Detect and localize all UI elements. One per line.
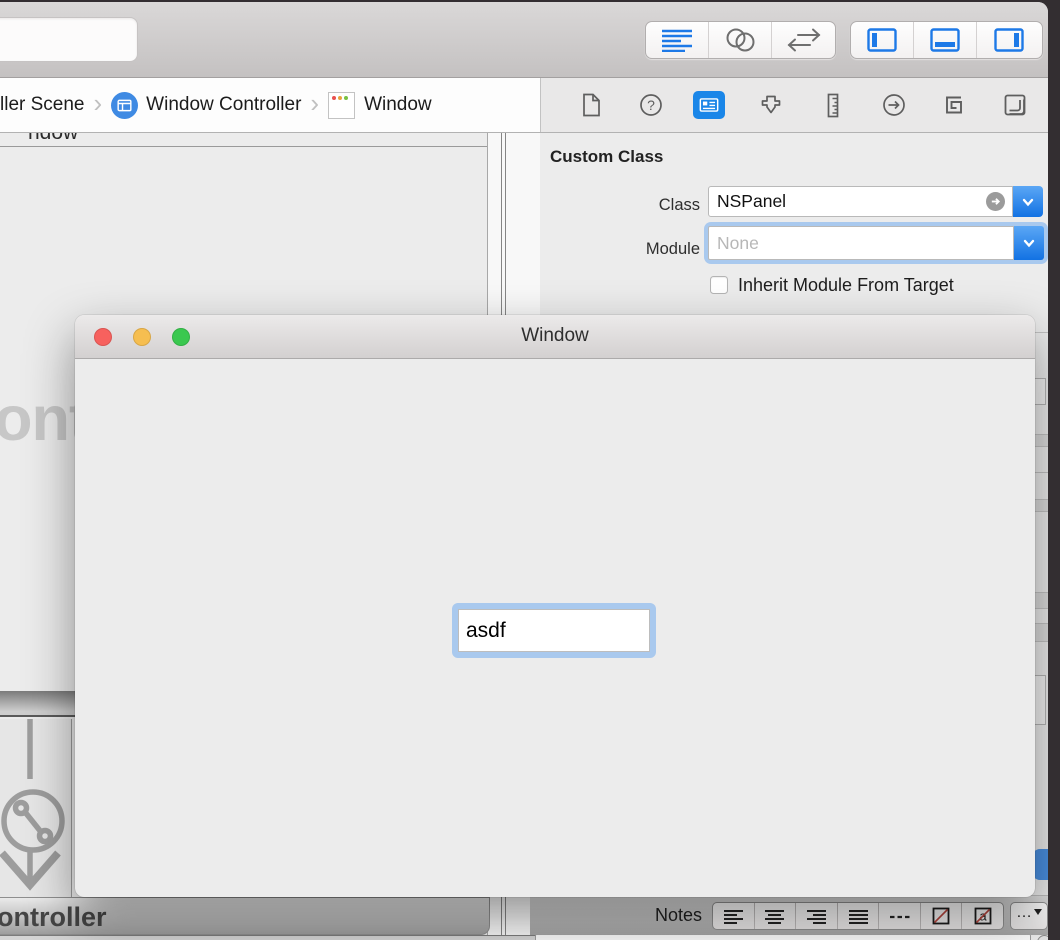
editor-mode-control: [645, 21, 836, 59]
inspector-field-edge: [1034, 378, 1046, 405]
window-controller-icon: [111, 91, 139, 119]
tab-view-effects-inspector[interactable]: [998, 89, 1032, 121]
tab-quick-help[interactable]: ?: [634, 89, 668, 121]
breadcrumb-item-window-controller[interactable]: Window Controller: [146, 94, 301, 116]
canvas-bottom-strip: [0, 935, 540, 940]
bindings-inspector-icon: [946, 96, 962, 114]
breadcrumb-item-window[interactable]: Window: [364, 94, 432, 116]
class-input[interactable]: [709, 187, 1012, 216]
jump-to-class-icon[interactable]: [986, 192, 1005, 211]
class-field: [708, 186, 1013, 217]
tab-identity-inspector[interactable]: [693, 91, 725, 119]
scene-title-bar[interactable]: ontroller: [0, 897, 490, 935]
breadcrumb-separator: ›: [93, 87, 103, 118]
align-left-button[interactable]: [713, 903, 755, 929]
module-dropdown-button[interactable]: [1014, 226, 1044, 260]
no-font-icon: a: [974, 907, 992, 925]
align-justify-button[interactable]: [838, 903, 880, 929]
inspector-tab-bar: ?: [540, 78, 1048, 132]
tab-connections-inspector[interactable]: [877, 89, 911, 121]
utilities-panel-icon: [993, 28, 1024, 52]
breadcrumb-separator: ›: [310, 87, 320, 118]
quick-help-icon: ?: [640, 94, 662, 116]
align-justify-icon: [848, 909, 868, 924]
window-document-icon: [328, 91, 356, 119]
panel-window-title: Window: [521, 325, 589, 346]
size-inspector-icon: [827, 93, 839, 117]
breadcrumb-item-scene[interactable]: ller Scene: [0, 94, 85, 116]
tab-size-inspector[interactable]: [816, 89, 850, 121]
inherit-module-checkbox[interactable]: [710, 276, 728, 294]
design-panel-window[interactable]: Window: [75, 315, 1035, 897]
inspector-field-edge: [1034, 675, 1046, 725]
navigator-panel-icon: [867, 28, 897, 52]
breadcrumb: ller Scene › Window Controller › Window: [0, 78, 540, 132]
debug-area-icon: [930, 28, 960, 52]
ellipsis-icon: …: [1016, 903, 1032, 921]
align-right-button[interactable]: [796, 903, 838, 929]
class-dropdown-button[interactable]: [1013, 186, 1043, 217]
jump-bar-row: ller Scene › Window Controller › Window …: [0, 78, 1048, 133]
align-center-icon: [765, 909, 785, 924]
panel-toggle-control: [850, 21, 1043, 59]
standard-editor-icon: [662, 29, 692, 52]
text-field: [458, 609, 650, 652]
xcode-window: ller Scene › Window Controller › Window …: [0, 2, 1048, 940]
chevron-down-icon: [1023, 239, 1035, 248]
module-field: [708, 226, 1014, 260]
screenshot-root: ller Scene › Window Controller › Window …: [0, 0, 1060, 940]
background-window-title-fragment: ndow: [28, 133, 118, 144]
tab-bindings-inspector[interactable]: [937, 89, 971, 121]
toolbar-activity-area: [0, 17, 138, 62]
no-font-button[interactable]: a: [962, 903, 1003, 929]
debug-area-button[interactable]: [914, 22, 977, 58]
no-fill-icon: [932, 907, 950, 925]
module-input[interactable]: [709, 227, 1013, 259]
notes-format-control: a: [712, 902, 1004, 930]
background-window-titlebar-border: [0, 146, 487, 147]
align-left-icon: [723, 909, 743, 924]
standard-editor-button[interactable]: [646, 22, 709, 58]
navigator-panel-button[interactable]: [851, 22, 914, 58]
connections-inspector-icon: [883, 94, 905, 116]
module-field-focus-ring: [704, 222, 1048, 264]
assistant-editor-button[interactable]: [709, 22, 772, 58]
module-label: Module: [645, 240, 700, 258]
inherit-module-label: Inherit Module From Target: [738, 275, 954, 295]
align-center-button[interactable]: [755, 903, 797, 929]
version-editor-icon: [787, 28, 820, 52]
align-right-icon: [806, 909, 826, 924]
attributes-inspector-icon: [761, 95, 781, 114]
file-inspector-icon: [582, 93, 600, 117]
custom-class-section-title: Custom Class: [550, 147, 664, 166]
identity-inspector-icon: [699, 98, 719, 112]
assistant-editor-icon: [726, 28, 755, 52]
notes-label: Notes: [654, 905, 702, 925]
tab-file-inspector[interactable]: [574, 89, 608, 121]
tab-attributes-inspector[interactable]: [754, 89, 788, 121]
svg-text:?: ?: [647, 97, 655, 113]
text-field-selection-ring: [452, 603, 656, 658]
class-label: Class: [658, 196, 700, 214]
notes-toolbar: Notes …: [530, 895, 1048, 935]
chevron-down-icon: [1022, 198, 1034, 206]
view-effects-inspector-icon: [1004, 94, 1026, 116]
dashes-button[interactable]: [879, 903, 921, 929]
notes-more-button[interactable]: …: [1010, 902, 1048, 930]
no-fill-button[interactable]: [921, 903, 963, 929]
toolbar: [0, 2, 1048, 78]
dropdown-triangle-icon: [1034, 909, 1042, 915]
scene-title-fragment: ontroller: [0, 902, 107, 932]
version-editor-button[interactable]: [772, 22, 835, 58]
storyboard-entry-arrow-icon: [0, 719, 65, 891]
text-field-input[interactable]: [459, 610, 649, 651]
panel-title-bar[interactable]: Window: [75, 315, 1035, 359]
utilities-panel-button[interactable]: [977, 22, 1040, 58]
dashes-icon: [889, 915, 910, 918]
